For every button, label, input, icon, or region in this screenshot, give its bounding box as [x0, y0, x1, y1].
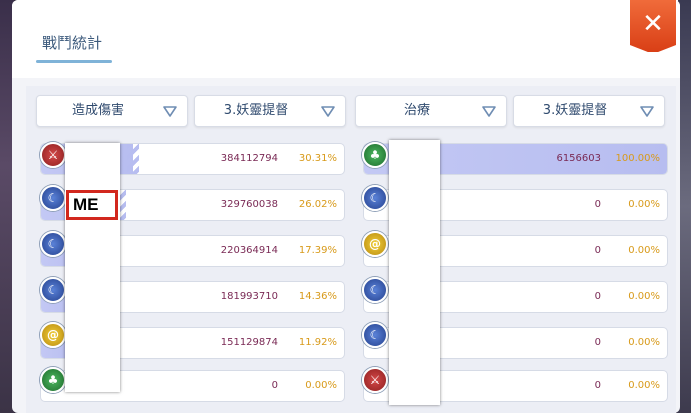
me-highlight-label: ME [66, 190, 118, 220]
healing-value: 0 [594, 337, 601, 348]
damage-value: 0 [271, 380, 278, 391]
green-leaf-job-icon: ♣ [362, 142, 388, 168]
healing-percent: 0.00% [628, 245, 660, 256]
left-metric-dropdown-label: 造成傷害 [71, 103, 124, 118]
blue-crescent-job-icon: ☾ [40, 277, 66, 303]
healing-percent: 100.00% [615, 153, 661, 164]
damage-percent: 0.00% [305, 380, 337, 391]
left-metric-dropdown[interactable]: 造成傷害 [36, 95, 188, 127]
tab-battle-stats[interactable]: 戰鬥統計 [42, 32, 102, 53]
healing-percent: 0.00% [628, 380, 660, 391]
healing-percent: 0.00% [628, 337, 660, 348]
right-metric-dropdown-label: 治療 [403, 103, 430, 118]
chevron-down-icon [321, 106, 335, 117]
left-name-redaction [65, 143, 120, 392]
damage-value: 384112794 [220, 153, 278, 164]
window-header [12, 0, 680, 78]
right-metric-dropdown[interactable]: 治療 [355, 95, 507, 127]
chevron-down-icon [163, 106, 177, 117]
right-filter-dropdown[interactable]: 3.妖靈提督 [513, 95, 665, 127]
green-leaf-job-icon: ♣ [40, 367, 66, 393]
healing-value: 0 [594, 199, 601, 210]
healing-value: 0 [594, 245, 601, 256]
damage-percent: 11.92% [298, 337, 337, 348]
active-tab-underline [36, 60, 112, 63]
right-filter-dropdown-label: 3.妖靈提督 [542, 103, 608, 118]
healing-value: 6156603 [556, 153, 601, 164]
blue-crescent-job-icon: ☾ [362, 277, 388, 303]
blue-crescent-job-icon: ☾ [362, 185, 388, 211]
red-sword-job-icon: ⚔ [362, 367, 388, 393]
chevron-down-icon [640, 106, 654, 117]
yellow-swirl-job-icon: @ [40, 322, 66, 348]
left-filter-dropdown-label: 3.妖靈提督 [223, 103, 289, 118]
damage-value: 220364914 [220, 245, 278, 256]
right-name-redaction [389, 140, 440, 405]
healing-percent: 0.00% [628, 199, 660, 210]
blue-crescent-job-icon: ☾ [40, 185, 66, 211]
damage-percent: 26.02% [298, 199, 337, 210]
damage-percent: 30.31% [298, 153, 337, 164]
damage-value: 181993710 [220, 291, 278, 302]
chevron-down-icon [482, 106, 496, 117]
blue-crescent-job-icon: ☾ [40, 231, 66, 257]
close-button[interactable]: ✕ [628, 0, 678, 54]
healing-value: 0 [594, 380, 601, 391]
damage-percent: 17.39% [298, 245, 337, 256]
left-filter-dropdown[interactable]: 3.妖靈提督 [194, 95, 346, 127]
healing-value: 0 [594, 291, 601, 302]
healing-percent: 0.00% [628, 291, 660, 302]
damage-value: 329760038 [220, 199, 278, 210]
damage-percent: 14.36% [298, 291, 337, 302]
damage-value: 151129874 [220, 337, 278, 348]
red-sword-job-icon: ⚔ [40, 142, 66, 168]
blue-crescent-job-icon: ☾ [362, 322, 388, 348]
yellow-swirl-job-icon: @ [362, 231, 388, 257]
